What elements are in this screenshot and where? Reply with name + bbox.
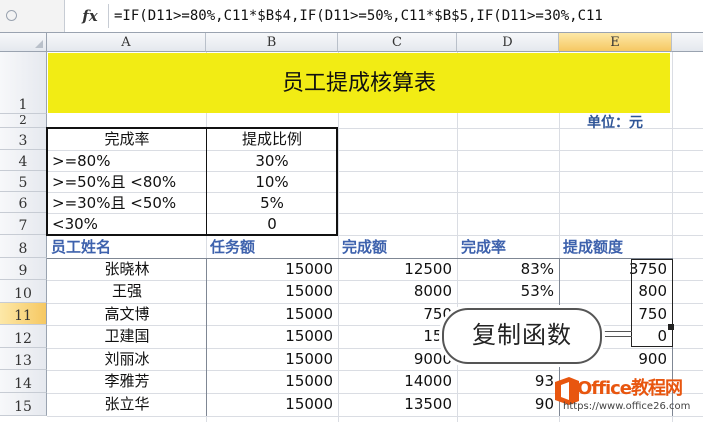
column-header-a[interactable]: A [47,33,206,52]
data-header-rate[interactable]: 完成率 [458,236,559,258]
completed-cell[interactable]: 158 [339,325,457,348]
target-cell[interactable]: 15000 [207,393,338,416]
row-header-9[interactable]: 9 [0,258,47,280]
target-cell[interactable]: 15000 [207,303,338,325]
row-header-6[interactable]: 6 [0,192,47,213]
employee-name-cell[interactable]: 卫建国 [48,325,206,348]
rate-range-cell[interactable]: >=80% [48,150,206,171]
rate-value-cell[interactable]: 0 [207,213,337,235]
formula-bar: fx =IF(D11>=80%,C11*$B$4,IF(D11>=50%,C11… [0,0,703,33]
sheet-title: 员工提成核算表 [281,71,436,96]
completed-cell[interactable]: 12500 [339,258,457,280]
watermark-logo: Office教程网 https://www.office26.com [553,376,703,422]
data-header-name[interactable]: 员工姓名 [48,236,206,258]
rate-value-cell[interactable]: 30% [207,150,337,171]
rate-value-cell[interactable]: 5% [207,192,337,213]
employee-name-cell[interactable]: 张立华 [48,393,206,416]
insert-function-icon[interactable]: fx [76,6,104,26]
column-header-c[interactable]: C [338,33,457,52]
data-header-completed[interactable]: 完成额 [339,236,457,258]
column-header-f[interactable] [672,33,703,52]
row-header-7[interactable]: 7 [0,213,47,235]
data-header-commission[interactable]: 提成额度 [560,236,672,258]
worksheet-grid[interactable]: A B C D E 1 2 3 4 5 6 7 8 9 10 11 12 13 … [0,33,703,422]
data-header-target[interactable]: 任务额 [207,236,338,258]
rate-cell[interactable]: 90 [458,393,559,416]
target-cell[interactable]: 15000 [207,280,338,303]
callout-text: 复制函数 [472,321,572,349]
rate-header-completion[interactable]: 完成率 [48,128,206,150]
rate-cell[interactable]: 53% [458,280,559,303]
row-header-11[interactable]: 11 [0,303,47,325]
rate-range-cell[interactable]: <30% [48,213,206,235]
name-box[interactable] [0,0,65,32]
rate-range-cell[interactable]: >=50%且 <80% [48,171,206,192]
formula-input[interactable]: =IF(D11>=80%,C11*$B$4,IF(D11>=50%,C11*$B… [114,7,603,25]
completed-cell[interactable]: 14000 [339,370,457,393]
employee-name-cell[interactable]: 李雅芳 [48,370,206,393]
row-header-1[interactable]: 1 [0,52,47,114]
employee-name-cell[interactable]: 张晓林 [48,258,206,280]
row-header-2[interactable]: 2 [0,113,47,128]
rate-value-cell[interactable]: 10% [207,171,337,192]
completed-cell[interactable]: 13500 [339,393,457,416]
watermark-brand: Office教程网 [577,378,683,399]
rate-header-ratio[interactable]: 提成比例 [207,128,337,150]
rate-cell[interactable]: 83% [458,258,559,280]
copy-range-highlight [631,259,673,347]
row-header-15[interactable]: 15 [0,393,47,416]
copy-function-callout: 复制函数 [442,308,602,364]
row-header-12[interactable]: 12 [0,325,47,348]
column-header-d[interactable]: D [457,33,559,52]
row-header-3[interactable]: 3 [0,128,47,150]
rate-cell[interactable]: 93 [458,370,559,393]
unit-label: 单位：元 [587,115,643,131]
rate-range-cell[interactable]: >=30%且 <50% [48,192,206,213]
row-header-14[interactable]: 14 [0,370,47,393]
completed-cell[interactable]: 8000 [339,280,457,303]
column-header-e[interactable]: E [559,33,672,52]
target-cell[interactable]: 15000 [207,370,338,393]
expand-icon [6,10,17,21]
employee-name-cell[interactable]: 高文博 [48,303,206,325]
select-all-corner[interactable] [0,33,47,52]
employee-name-cell[interactable]: 王强 [48,280,206,303]
column-header-b[interactable]: B [206,33,338,52]
employee-name-cell[interactable]: 刘丽冰 [48,348,206,370]
target-cell[interactable]: 15000 [207,348,338,370]
target-cell[interactable]: 15000 [207,325,338,348]
target-cell[interactable]: 15000 [207,258,338,280]
completed-cell[interactable]: 9000 [339,348,457,370]
row-header-10[interactable]: 10 [0,280,47,303]
fill-handle[interactable] [668,324,674,330]
row-header-4[interactable]: 4 [0,150,47,171]
row-header-13[interactable]: 13 [0,348,47,370]
completed-cell[interactable]: 750 [339,303,457,325]
row-header-8[interactable]: 8 [0,235,47,258]
formula-divider [108,4,109,28]
row-header-5[interactable]: 5 [0,171,47,192]
watermark-url: https://www.office26.com [563,401,691,412]
